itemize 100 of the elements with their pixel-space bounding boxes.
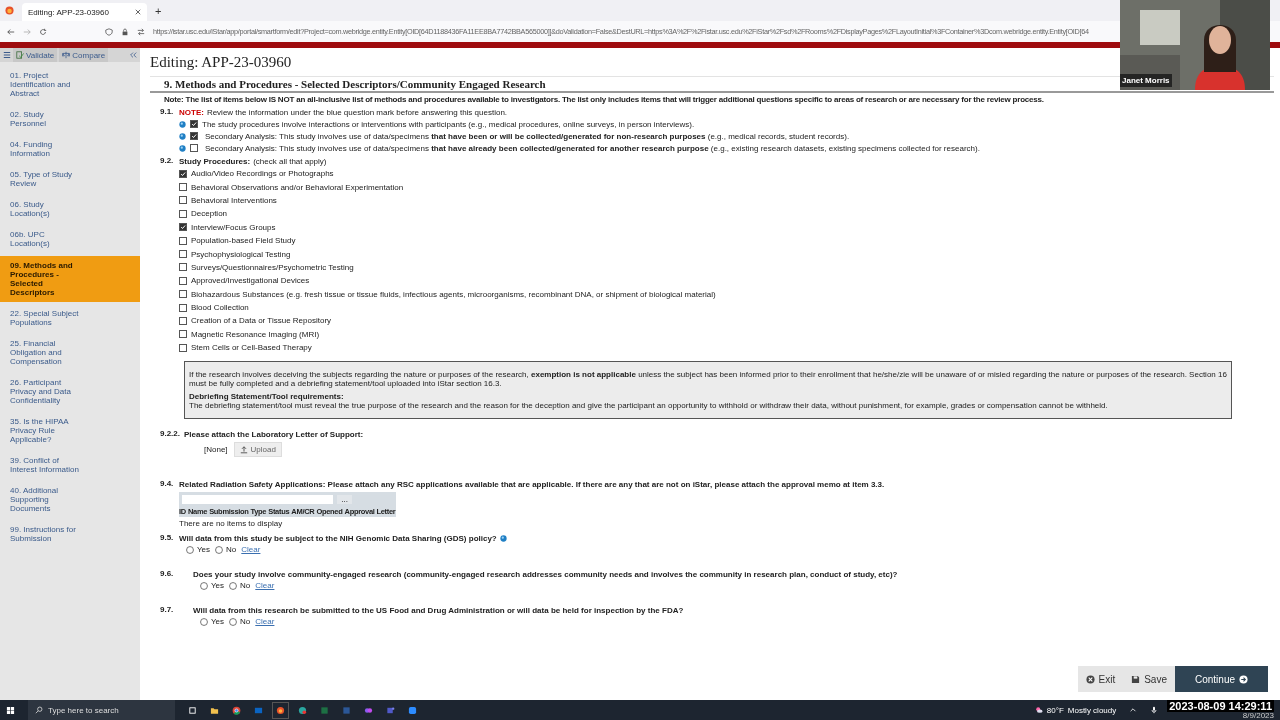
question-label: Will data from this study be subject to the NIH Genomic Data Sharing (GDS) policy? [179,534,497,544]
permissions-icon [137,27,145,36]
menu-icon[interactable] [3,51,11,59]
section-title: 9. Methods and Procedures - Selected Descriptors/Community Engaged Research [164,78,546,90]
sidebar-item[interactable]: 25. Financial Obligation and Compensation [0,335,140,371]
task-view-icon[interactable] [188,705,197,715]
help-icon[interactable] [499,535,507,543]
option-label: Behavioral Observations and/or Behavioral Experimentation [191,182,404,192]
sidebar-item[interactable]: 39. Conflict of Interest Information [0,452,140,479]
start-icon[interactable] [6,705,15,715]
app-icon[interactable] [298,705,307,715]
radio-button[interactable] [229,581,238,590]
reload-icon[interactable] [39,27,47,36]
checkbox[interactable] [179,343,187,352]
checkbox[interactable] [179,209,187,218]
radio-button[interactable] [229,617,238,626]
browser-logo-icon [5,6,14,15]
sidebar-item[interactable]: 02. Study Personnel [0,106,140,133]
sidebar-item[interactable]: 04. Funding Information [0,136,140,163]
question-number: 9.4. [160,479,175,491]
checkbox[interactable] [190,144,198,152]
participant-name: Janet Morris [1120,74,1172,87]
note-text: Note: The list of items below IS NOT an all-inclusive list of methods and procedures available to investigators. The list only includes items that will trigger additional questions specific to areas of research or are necessary for the review process. [164,95,1045,104]
chevron-up-icon[interactable] [1129,706,1138,714]
question-number: 9.6. [160,569,175,581]
close-icon [1085,674,1095,684]
radio-button[interactable] [215,545,224,554]
checkbox[interactable] [179,330,187,339]
compare-button[interactable]: Compare [59,48,109,62]
radio-label: No [240,581,251,591]
lookup-button[interactable]: ... [337,495,352,505]
checkbox[interactable] [179,250,187,259]
option-label: Creation of a Data or Tissue Repository [191,316,332,326]
sidebar-item[interactable]: 26. Participant Privacy and Data Confidentiality [0,374,140,410]
browser-tab[interactable]: Editing: APP-23-03960 [22,3,147,21]
checkbox[interactable] [179,290,187,299]
new-tab-button[interactable]: + [155,4,162,17]
sidebar-item[interactable]: 22. Special Subject Populations [0,305,140,332]
sidebar-item[interactable]: 40. Additional Supporting Documents [0,482,140,518]
clear-link[interactable]: Clear [255,581,275,591]
sidebar-item[interactable]: 06b. UPC Location(s) [0,226,140,253]
sidebar-item[interactable]: 09. Methods and Procedures - Selected Descriptors [0,256,140,302]
checkbox[interactable] [179,317,187,325]
arrow-right-icon [1239,674,1248,684]
close-icon[interactable] [135,9,141,15]
option-label: Blood Collection [191,303,249,313]
checklist-icon [16,51,24,59]
option-label: Secondary Analysis: This study involves use of data/specimens that have already been collected/generated for another research purpose (e.g., existing research datasets, existing specimens collected for research). [205,143,980,153]
checkbox[interactable] [179,263,187,272]
checkbox[interactable] [190,120,198,128]
radio-label: No [240,617,251,627]
option-label: Stem Cells or Cell-Based Therapy [191,343,312,353]
taskbar-search-field[interactable]: Type here to search [28,700,175,720]
folder-icon[interactable] [210,705,219,715]
option-label: Behavioral Interventions [191,195,277,205]
lookup-field[interactable] [182,495,334,505]
checkbox[interactable] [190,132,198,140]
radio-label: No [226,545,237,555]
checkbox[interactable] [179,303,187,312]
checkbox[interactable] [179,236,187,245]
checkbox[interactable] [179,183,187,192]
option-label: Population-based Field Study [191,236,296,246]
clear-link[interactable]: Clear [255,617,275,627]
sidebar-item[interactable]: 06. Study Location(s) [0,196,140,223]
back-icon[interactable] [7,27,15,36]
checkbox[interactable] [179,196,187,205]
note-label: NOTE: [179,108,204,117]
clear-link[interactable]: Clear [241,545,261,555]
exit-button[interactable]: Exit [1077,666,1124,692]
option-label: Audio/Video Recordings or Photographs [191,169,334,179]
save-button[interactable]: Save [1123,666,1175,692]
search-icon [35,706,43,714]
option-label: Surveys/Questionnaires/Psychometric Testing [191,262,354,272]
shield-icon [105,27,113,36]
checkbox[interactable] [179,276,187,285]
radio-button[interactable] [200,617,208,626]
validate-button[interactable]: Validate [13,48,58,62]
option-label: The study procedures involve interactions or interventions with participants (e.g., medical procedures, online surveys, in person interviews). [202,119,695,129]
radio-label: Yes [197,545,211,555]
sidebar-item[interactable]: 01. Project Identification and Abstract [0,67,140,103]
option-label: Secondary Analysis: This study involves use of data/specimens that have been or will be collected/generated for non-research purposes (e.g., medical records, student records). [205,131,850,141]
sidebar-item[interactable]: 99. Instructions for Submission [0,521,140,548]
note-text: Review the information under the blue question mark before answering this question. [206,108,508,117]
question-number: 9.1. [160,107,175,118]
checkbox[interactable] [179,169,187,178]
radio-button[interactable] [186,545,194,554]
checkbox[interactable] [179,223,187,232]
upload-button[interactable]: Upload [233,442,282,458]
weather-text: Mostly cloudy [1067,705,1117,715]
attachment-value: [None] [204,445,228,455]
sidebar-item[interactable]: 05. Type of Study Review [0,166,140,193]
question-label: Study Procedures: [179,157,251,166]
continue-button[interactable]: Continue [1174,666,1268,692]
question-hint: (check all that apply) [253,157,327,166]
app-icon[interactable] [364,705,373,715]
radio-button[interactable] [200,581,208,590]
option-label: Interview/Focus Groups [191,222,276,232]
sidebar-item[interactable]: 35. Is the HIPAA Privacy Rule Applicable? [0,413,140,449]
info-text: If the research involves deceiving the subjects regarding the nature or purposes of the research, exemption is not applicable unless the subject has been informed prior to their enrollment that he/she/zie will be unaware of or misled regarding the nature or purposes of the research. Section 16 must be fully completed and a debriefing statement/tool uploaded into iStar section 16.3. [189,370,1227,389]
upload-icon [239,445,248,454]
